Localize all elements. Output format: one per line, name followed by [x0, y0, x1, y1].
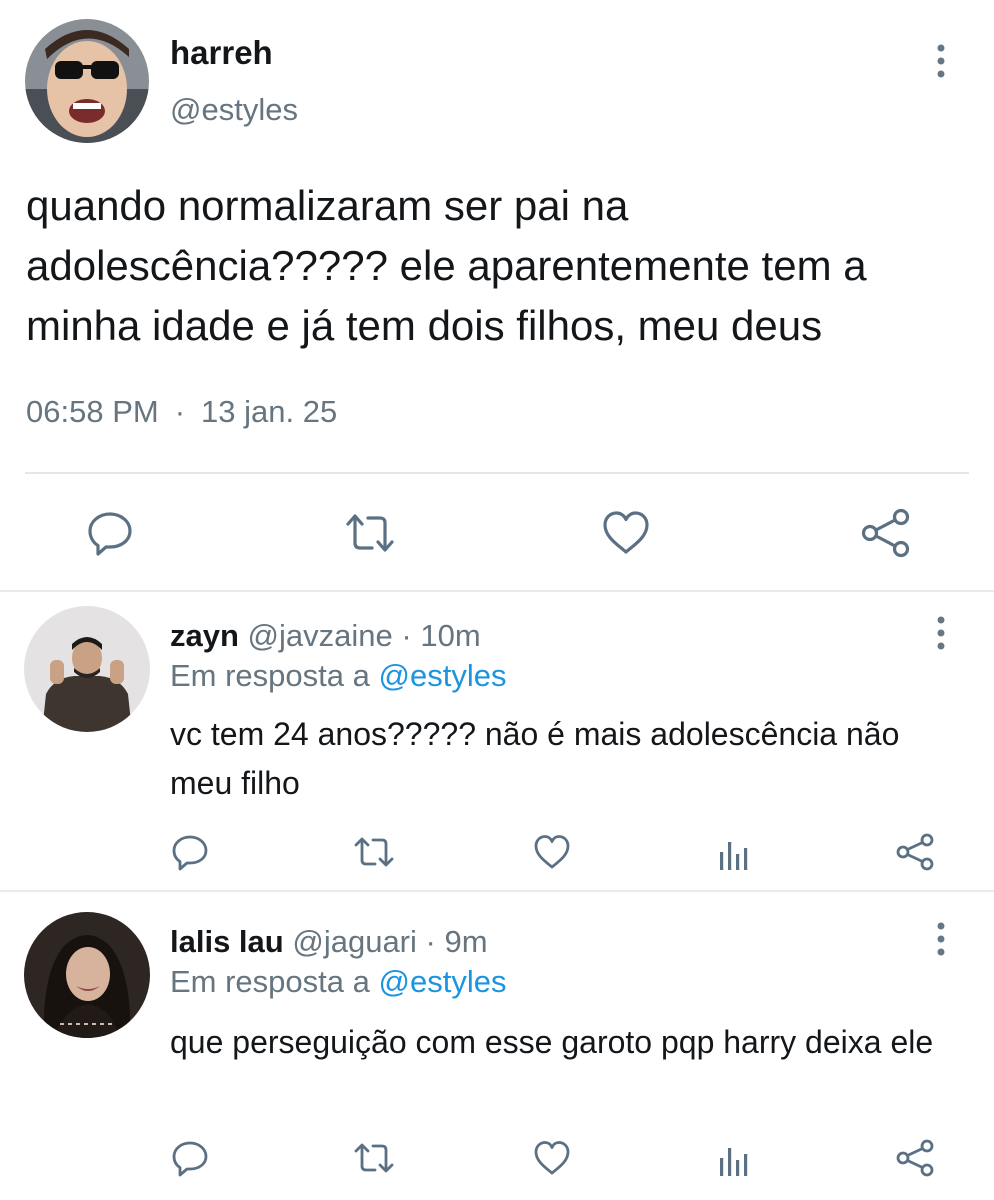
- like-icon[interactable]: [530, 830, 574, 874]
- retweet-icon[interactable]: [352, 830, 396, 874]
- reply-icon[interactable]: [168, 1136, 212, 1180]
- author-handle[interactable]: @jaguari: [292, 924, 417, 959]
- more-options-icon[interactable]: [926, 920, 956, 960]
- avatar[interactable]: [24, 606, 150, 732]
- reply-header: lalis lau @jaguari · 9m: [170, 924, 488, 960]
- reply-tweet[interactable]: zayn @javzaine · 10m Em resposta a @esty…: [0, 592, 994, 890]
- avatar[interactable]: [24, 912, 150, 1038]
- reply-icon[interactable]: [168, 830, 212, 874]
- retweet-icon[interactable]: [342, 505, 398, 561]
- author-name[interactable]: harreh: [170, 34, 273, 72]
- reply-time: 9m: [444, 924, 488, 959]
- reply-text: que perseguição com esse garoto pqp harr…: [170, 1024, 934, 1060]
- mention-link[interactable]: @estyles: [379, 964, 507, 999]
- avatar[interactable]: [25, 19, 149, 143]
- author-name[interactable]: zayn: [170, 618, 239, 653]
- share-icon[interactable]: [894, 830, 938, 874]
- share-icon[interactable]: [894, 1136, 938, 1180]
- analytics-icon[interactable]: [712, 832, 756, 876]
- more-options-icon[interactable]: [926, 42, 956, 82]
- meta-separator: ·: [401, 618, 412, 653]
- tweet-text: quando normalizaram ser pai na adolescên…: [26, 182, 867, 349]
- like-icon[interactable]: [530, 1136, 574, 1180]
- divider: [25, 472, 969, 474]
- tweet-date: 13 jan. 25: [201, 394, 338, 429]
- tweet-timestamp: 06:58 PM · 13 jan. 25: [26, 394, 337, 430]
- more-options-icon[interactable]: [926, 614, 956, 654]
- reply-prefix: Em resposta a: [170, 658, 370, 693]
- meta-separator: ·: [174, 394, 186, 429]
- tweet-actions: [0, 505, 994, 561]
- reply-tweet[interactable]: lalis lau @jaguari · 9m Em resposta a @e…: [0, 892, 994, 1200]
- like-icon[interactable]: [598, 505, 654, 561]
- mention-link[interactable]: @estyles: [379, 658, 507, 693]
- share-icon[interactable]: [858, 505, 914, 561]
- reply-prefix: Em resposta a: [170, 964, 370, 999]
- retweet-icon[interactable]: [352, 1136, 396, 1180]
- meta-separator: ·: [425, 924, 436, 959]
- analytics-icon[interactable]: [712, 1138, 756, 1182]
- reply-context: Em resposta a @estyles: [170, 964, 506, 1000]
- reply-icon[interactable]: [82, 505, 138, 561]
- author-name[interactable]: lalis lau: [170, 924, 284, 959]
- main-tweet: harreh @estyles quando normalizaram ser …: [0, 0, 994, 590]
- tweet-time: 06:58 PM: [26, 394, 159, 429]
- reply-context: Em resposta a @estyles: [170, 658, 506, 694]
- reply-text: vc tem 24 anos????? não é mais adolescên…: [170, 716, 900, 801]
- reply-time: 10m: [420, 618, 481, 653]
- author-handle[interactable]: @estyles: [170, 92, 298, 128]
- reply-header: zayn @javzaine · 10m: [170, 618, 481, 654]
- author-handle[interactable]: @javzaine: [248, 618, 393, 653]
